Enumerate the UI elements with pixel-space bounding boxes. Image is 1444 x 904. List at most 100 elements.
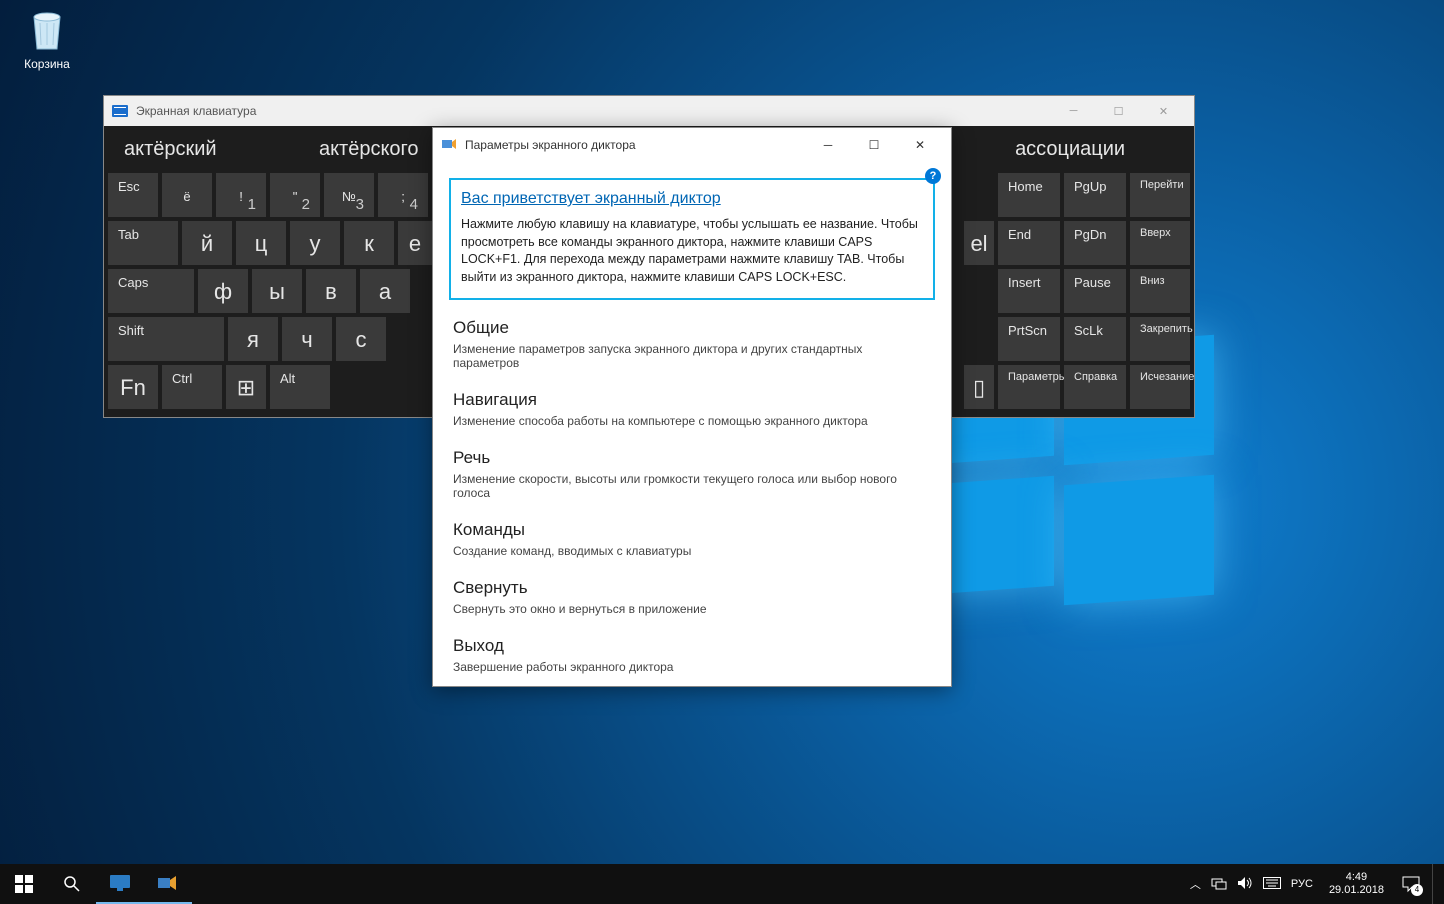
key-el[interactable]: el [964,221,994,265]
key-![interactable]: !1 [216,173,266,217]
tray-chevron-up-icon[interactable]: ︿ [1190,876,1201,892]
key-insert[interactable]: Insert [998,269,1060,313]
search-button[interactable] [48,864,96,904]
key-№[interactable]: №3 [324,173,374,217]
narrator-option-desc: Изменение способа работы на компьютере с… [453,414,931,428]
key-pgdn[interactable]: PgDn [1064,221,1126,265]
key-prtscn[interactable]: PrtScn [998,317,1060,361]
key-;[interactable]: ;4 [378,173,428,217]
narrator-option-5[interactable]: Выход Завершение работы экранного диктора [453,636,931,674]
narrator-welcome-box: Вас приветствует экранный диктор Нажмите… [449,178,935,300]
recycle-bin[interactable]: Корзина [12,5,82,71]
key-у[interactable]: у [290,221,340,265]
action-center-icon[interactable]: 4 [1400,873,1422,895]
narrator-app-icon [441,137,457,153]
narrator-titlebar[interactable]: Параметры экранного диктора ─ ☐ ✕ [433,128,951,162]
help-icon[interactable]: ? [925,168,941,184]
key-й[interactable]: й [182,221,232,265]
key-к[interactable]: к [344,221,394,265]
narrator-option-title: Свернуть [453,578,931,598]
narrator-option-title: Общие [453,318,931,338]
narrator-option-0[interactable]: Общие Изменение параметров запуска экранн… [453,318,931,370]
recycle-bin-icon [26,5,68,53]
show-desktop-button[interactable] [1432,864,1438,904]
start-button[interactable] [0,864,48,904]
maximize-button[interactable]: ☐ [1096,96,1141,126]
key-sclk[interactable]: ScLk [1064,317,1126,361]
taskbar-clock[interactable]: 4:49 29.01.2018 [1323,871,1390,897]
key-с[interactable]: с [336,317,386,361]
narrator-option-desc: Изменение параметров запуска экранного д… [453,342,931,370]
key-alt[interactable]: Alt [270,365,330,409]
taskbar-app-narrator[interactable] [144,864,192,904]
key-закрепить[interactable]: Закрепить [1130,317,1190,361]
narrator-taskbar-icon [154,869,182,897]
input-keyboard-icon[interactable] [1263,877,1281,892]
key-⊞[interactable]: ⊞ [226,365,266,409]
narrator-option-desc: Изменение скорости, высоты или громкости… [453,472,931,500]
language-indicator[interactable]: РУС [1291,878,1313,890]
osk-title: Экранная клавиатура [136,104,256,118]
narrator-option-desc: Свернуть это окно и вернуться в приложен… [453,602,931,616]
volume-icon[interactable] [1237,876,1253,893]
key-вверх[interactable]: Вверх [1130,221,1190,265]
key-caps[interactable]: Caps [108,269,194,313]
key-esc[interactable]: Esc [108,173,158,217]
clock-time: 4:49 [1329,871,1384,884]
narrator-title: Параметры экранного диктора [465,138,636,152]
minimize-button[interactable]: ─ [1051,96,1096,126]
key-ы[interactable]: ы [252,269,302,313]
key-fn[interactable]: Fn [108,365,158,409]
key-е[interactable]: е [398,221,432,265]
key-справка[interactable]: Справка [1064,365,1126,409]
taskbar: ︿ РУС 4:49 29.01.2018 4 [0,864,1444,904]
key-home[interactable]: Home [998,173,1060,217]
key-shift[interactable]: Shift [108,317,224,361]
narrator-option-3[interactable]: Команды Создание команд, вводимых с клави… [453,520,931,558]
key-ф[interactable]: ф [198,269,248,313]
taskbar-app-osk[interactable] [96,864,144,904]
narrator-intro-text: Нажмите любую клавишу на клавиатуре, что… [461,216,923,286]
key-"[interactable]: "2 [270,173,320,217]
minimize-button[interactable]: ─ [805,128,851,162]
narrator-option-desc: Завершение работы экранного диктора [453,660,931,674]
narrator-option-2[interactable]: Речь Изменение скорости, высоты или громк… [453,448,931,500]
close-button[interactable]: ✕ [897,128,943,162]
key-ц[interactable]: ц [236,221,286,265]
recycle-bin-label: Корзина [12,57,82,71]
osk-titlebar[interactable]: Экранная клавиатура ─ ☐ ✕ [104,96,1194,126]
key-я[interactable]: я [228,317,278,361]
key-в[interactable]: в [306,269,356,313]
suggestion-item[interactable]: актёрский [108,130,299,169]
narrator-window: Параметры экранного диктора ─ ☐ ✕ ? Вас … [432,127,952,687]
key-pause[interactable]: Pause [1064,269,1126,313]
key-а[interactable]: а [360,269,410,313]
key-ctrl[interactable]: Ctrl [162,365,222,409]
clock-date: 29.01.2018 [1329,884,1384,897]
key-pgup[interactable]: PgUp [1064,173,1126,217]
narrator-option-desc: Создание команд, вводимых с клавиатуры [453,544,931,558]
keyboard-icon [112,105,128,117]
narrator-option-title: Речь [453,448,931,468]
narrator-welcome-heading: Вас приветствует экранный диктор [461,190,923,208]
key-исчезание[interactable]: Исчезание [1130,365,1190,409]
key-перейти[interactable]: Перейти [1130,173,1190,217]
key-tab[interactable]: Tab [108,221,178,265]
key-end[interactable]: End [998,221,1060,265]
key-▯[interactable]: ▯ [964,365,994,409]
maximize-button[interactable]: ☐ [851,128,897,162]
narrator-option-title: Команды [453,520,931,540]
key-вниз[interactable]: Вниз [1130,269,1190,313]
narrator-option-title: Выход [453,636,931,656]
close-button[interactable]: ✕ [1141,96,1186,126]
key-ч[interactable]: ч [282,317,332,361]
narrator-option-title: Навигация [453,390,931,410]
key-параметры[interactable]: Параметры [998,365,1060,409]
notification-count: 4 [1411,884,1423,896]
narrator-option-1[interactable]: Навигация Изменение способа работы на ком… [453,390,931,428]
suggestion-item[interactable]: ассоциации [999,130,1190,169]
narrator-option-4[interactable]: Свернуть Свернуть это окно и вернуться в … [453,578,931,616]
display-icon [106,869,134,897]
key-ё[interactable]: ё [162,173,212,217]
network-icon[interactable] [1211,876,1227,893]
